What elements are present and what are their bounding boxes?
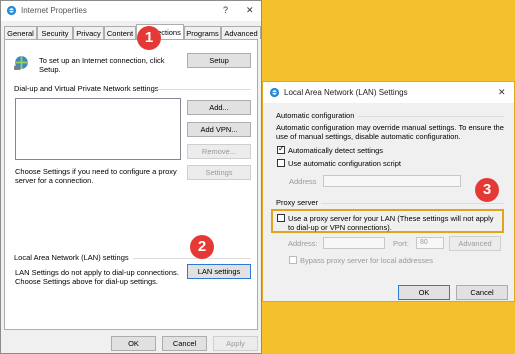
bypass-checkbox[interactable]	[289, 256, 297, 264]
use-proxy-checkbox[interactable]	[277, 214, 285, 222]
lan-close-button[interactable]: ✕	[498, 87, 506, 98]
tab-security[interactable]: Security	[37, 26, 73, 39]
lan-ok-button[interactable]: OK	[398, 285, 450, 300]
help-button[interactable]: ?	[223, 5, 228, 15]
advanced-button[interactable]: Advanced	[449, 236, 501, 251]
auto-config-divider	[358, 116, 504, 117]
setup-button[interactable]: Setup	[187, 53, 251, 68]
dialup-divider	[157, 89, 251, 90]
lan-window-title: Local Area Network (LAN) Settings	[284, 88, 408, 97]
bypass-label: Bypass proxy server for local addresses	[300, 256, 433, 265]
proxy-address-input[interactable]	[323, 237, 385, 249]
script-address-label: Address	[289, 177, 317, 186]
internet-properties-window: Internet Properties ? ✕ General Security…	[0, 0, 262, 354]
proxy-server-header: Proxy server	[276, 198, 319, 207]
lan-divider	[133, 258, 251, 259]
add-button[interactable]: Add...	[187, 100, 251, 115]
step-badge-2: 2	[190, 235, 214, 259]
network-globe-icon	[14, 56, 28, 70]
internet-explorer-icon	[269, 87, 280, 98]
dialup-connections-list[interactable]	[15, 98, 181, 160]
remove-button[interactable]: Remove...	[187, 144, 251, 159]
title-bar: Internet Properties ? ✕	[1, 1, 261, 21]
lan-cancel-button[interactable]: Cancel	[456, 285, 508, 300]
step-badge-1: 1	[137, 26, 161, 50]
auto-config-text: Automatic configuration may override man…	[276, 123, 504, 141]
proxy-address-label: Address:	[288, 239, 318, 248]
setup-text: To set up an Internet connection, click …	[39, 56, 165, 74]
tab-advanced[interactable]: Advanced	[221, 26, 261, 39]
cancel-button[interactable]: Cancel	[162, 336, 207, 351]
tab-privacy[interactable]: Privacy	[73, 26, 104, 39]
lan-info-text: LAN Settings do not apply to dial-up con…	[15, 268, 179, 286]
script-address-input[interactable]	[323, 175, 461, 187]
ok-button[interactable]: OK	[111, 336, 156, 351]
lan-settings-button[interactable]: LAN settings	[187, 264, 251, 279]
step-badge-3: 3	[475, 178, 499, 202]
tab-content[interactable]: Content	[104, 26, 136, 39]
use-script-label: Use automatic configuration script	[288, 159, 401, 168]
window-title: Internet Properties	[21, 6, 87, 15]
use-script-checkbox[interactable]	[277, 159, 285, 167]
lan-title-bar: Local Area Network (LAN) Settings ✕	[263, 82, 514, 103]
dialup-header: Dial-up and Virtual Private Network sett…	[14, 84, 159, 93]
port-label: Port:	[393, 239, 409, 248]
apply-button[interactable]: Apply	[213, 336, 258, 351]
use-proxy-label: Use a proxy server for your LAN (These s…	[288, 214, 494, 232]
proxy-settings-text: Choose Settings if you need to configure…	[15, 167, 177, 185]
auto-detect-label: Automatically detect settings	[288, 146, 384, 155]
add-vpn-button[interactable]: Add VPN...	[187, 122, 251, 137]
tab-general[interactable]: General	[4, 26, 37, 39]
proxy-server-divider	[321, 203, 504, 204]
internet-explorer-icon	[6, 5, 17, 16]
tab-programs[interactable]: Programs	[184, 26, 221, 39]
lan-header: Local Area Network (LAN) settings	[14, 253, 129, 262]
auto-config-header: Automatic configuration	[276, 111, 355, 120]
dialup-settings-button[interactable]: Settings	[187, 165, 251, 180]
auto-detect-checkbox[interactable]	[277, 144, 285, 154]
connections-panel: To set up an Internet connection, click …	[4, 39, 258, 330]
port-input[interactable]: 80	[416, 237, 444, 249]
close-button[interactable]: ✕	[246, 5, 254, 16]
